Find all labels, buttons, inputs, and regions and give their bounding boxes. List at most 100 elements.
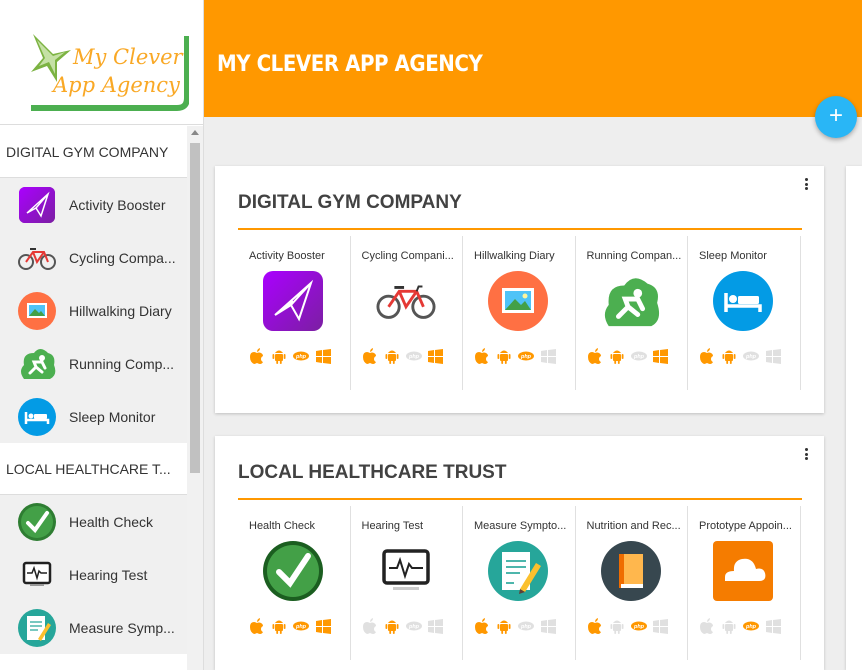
php-icon: php bbox=[518, 348, 534, 364]
apple-icon bbox=[249, 618, 265, 634]
platform-list: php bbox=[699, 348, 781, 364]
android-icon bbox=[384, 348, 400, 364]
php-icon: php bbox=[405, 348, 422, 364]
monitor-pulse-icon bbox=[18, 556, 56, 594]
app-list: Health Check php Hearing Test php Measur… bbox=[238, 506, 802, 660]
notepad-icon bbox=[488, 541, 548, 601]
sidebar-item-label: Measure Symp... bbox=[69, 619, 175, 636]
app-name: Running Compan... bbox=[586, 250, 682, 262]
app-name: Cycling Compani... bbox=[361, 250, 454, 262]
apple-icon bbox=[362, 618, 378, 634]
landscape-icon bbox=[18, 291, 56, 330]
php-icon: php bbox=[405, 618, 422, 634]
apple-icon bbox=[249, 348, 265, 364]
app-tile[interactable]: Measure Sympto... php bbox=[463, 506, 576, 660]
platform-list: php bbox=[699, 618, 781, 634]
svg-text:php: php bbox=[520, 354, 532, 360]
checkmark-icon bbox=[18, 502, 56, 541]
android-icon bbox=[721, 618, 737, 634]
sidebar-item-label: Hillwalking Diary bbox=[69, 302, 172, 319]
platform-list: php bbox=[362, 348, 444, 364]
notepad-icon bbox=[18, 608, 56, 647]
app-tile[interactable]: Hillwalking Diary php bbox=[463, 236, 576, 390]
sidebar-item-hillwalking[interactable]: Hillwalking Diary bbox=[0, 284, 188, 337]
windows-icon bbox=[428, 618, 444, 634]
cloud-icon bbox=[713, 541, 773, 601]
monitor-pulse-icon bbox=[376, 541, 436, 601]
card-menu-icon[interactable] bbox=[805, 448, 809, 462]
android-icon bbox=[384, 618, 400, 634]
php-icon: php bbox=[630, 618, 647, 634]
platform-list: php bbox=[474, 348, 556, 364]
logo-area: My Clever App Agency bbox=[0, 0, 203, 125]
svg-text:My Clever: My Clever bbox=[72, 45, 185, 69]
apple-icon bbox=[362, 348, 378, 364]
sidebar-scrollbar-thumb[interactable] bbox=[190, 143, 200, 473]
sidebar-group-healthcare[interactable]: LOCAL HEALTHCARE T... bbox=[0, 443, 188, 495]
company-card-digital-gym: DIGITAL GYM COMPANY Activity Booster php… bbox=[215, 166, 824, 413]
next-card-edge bbox=[846, 166, 862, 670]
sidebar-item-label: Activity Booster bbox=[69, 196, 166, 213]
android-icon bbox=[496, 618, 512, 634]
windows-icon bbox=[653, 348, 669, 364]
platform-list: php bbox=[249, 348, 331, 364]
app-name: Prototype Appoin... bbox=[699, 520, 792, 532]
svg-text:php: php bbox=[632, 624, 644, 630]
windows-icon bbox=[315, 348, 331, 364]
checkmark-icon bbox=[263, 541, 323, 601]
php-icon: php bbox=[293, 348, 309, 364]
android-icon bbox=[496, 348, 512, 364]
card-divider bbox=[238, 498, 802, 500]
sidebar-item-cycling[interactable]: Cycling Compa... bbox=[0, 231, 188, 284]
php-icon: php bbox=[743, 348, 759, 364]
app-name: Hearing Test bbox=[361, 520, 424, 532]
sidebar: My Clever App Agency DIGITAL GYM COMPANY… bbox=[0, 0, 204, 670]
windows-icon bbox=[653, 618, 669, 634]
app-tile[interactable]: Nutrition and Rec... php bbox=[576, 506, 688, 660]
sidebar-item-measure-symptoms[interactable]: Measure Symp... bbox=[0, 601, 188, 654]
scroll-up-icon[interactable] bbox=[191, 130, 199, 135]
sidebar-item-label: Sleep Monitor bbox=[69, 408, 156, 425]
apple-icon bbox=[587, 618, 603, 634]
add-button[interactable]: + bbox=[815, 96, 857, 138]
sidebar-item-activity-booster[interactable]: Activity Booster bbox=[0, 178, 188, 231]
sidebar-item-hearing-test[interactable]: Hearing Test bbox=[0, 548, 188, 601]
svg-text:php: php bbox=[632, 354, 644, 360]
platform-list: php bbox=[587, 618, 669, 634]
app-tile[interactable]: Cycling Compani... php bbox=[351, 236, 463, 390]
apple-icon bbox=[474, 348, 490, 364]
sidebar-item-label: Running Comp... bbox=[69, 355, 175, 372]
app-tile[interactable]: Prototype Appoin... php bbox=[688, 506, 801, 660]
sidebar-group-digital-gym[interactable]: DIGITAL GYM COMPANY bbox=[0, 126, 188, 178]
sidebar-item-sleep[interactable]: Sleep Monitor bbox=[0, 390, 188, 443]
apple-icon bbox=[699, 618, 715, 634]
app-tile[interactable]: Health Check php bbox=[238, 506, 351, 660]
svg-text:php: php bbox=[407, 354, 419, 360]
bed-icon bbox=[713, 271, 773, 331]
card-title: DIGITAL GYM COMPANY bbox=[238, 192, 462, 213]
apple-icon bbox=[474, 618, 490, 634]
sidebar-item-running[interactable]: Running Comp... bbox=[0, 337, 188, 390]
landscape-icon bbox=[488, 271, 548, 331]
agency-logo[interactable]: My Clever App Agency bbox=[27, 28, 189, 112]
card-menu-icon[interactable] bbox=[805, 178, 809, 192]
android-icon bbox=[271, 618, 287, 634]
sidebar-list[interactable]: DIGITAL GYM COMPANY Activity Booster Cyc… bbox=[0, 126, 203, 670]
android-icon bbox=[271, 348, 287, 364]
app-tile[interactable]: Sleep Monitor php bbox=[688, 236, 801, 390]
app-tile[interactable]: Running Compan... php bbox=[576, 236, 688, 390]
app-tile[interactable]: Activity Booster php bbox=[238, 236, 351, 390]
card-title: LOCAL HEALTHCARE TRUST bbox=[238, 462, 507, 483]
bicycle-icon bbox=[18, 239, 56, 277]
sidebar-item-label: Hearing Test bbox=[69, 566, 148, 583]
php-icon: php bbox=[518, 618, 534, 634]
paper-plane-icon bbox=[18, 186, 56, 224]
app-list: Activity Booster php Cycling Compani... … bbox=[238, 236, 802, 390]
runner-icon bbox=[601, 271, 661, 331]
card-divider bbox=[238, 228, 802, 230]
app-tile[interactable]: Hearing Test php bbox=[351, 506, 463, 660]
windows-icon bbox=[540, 348, 556, 364]
apple-icon bbox=[587, 348, 603, 364]
runner-icon bbox=[18, 345, 56, 383]
sidebar-item-health-check[interactable]: Health Check bbox=[0, 495, 188, 548]
